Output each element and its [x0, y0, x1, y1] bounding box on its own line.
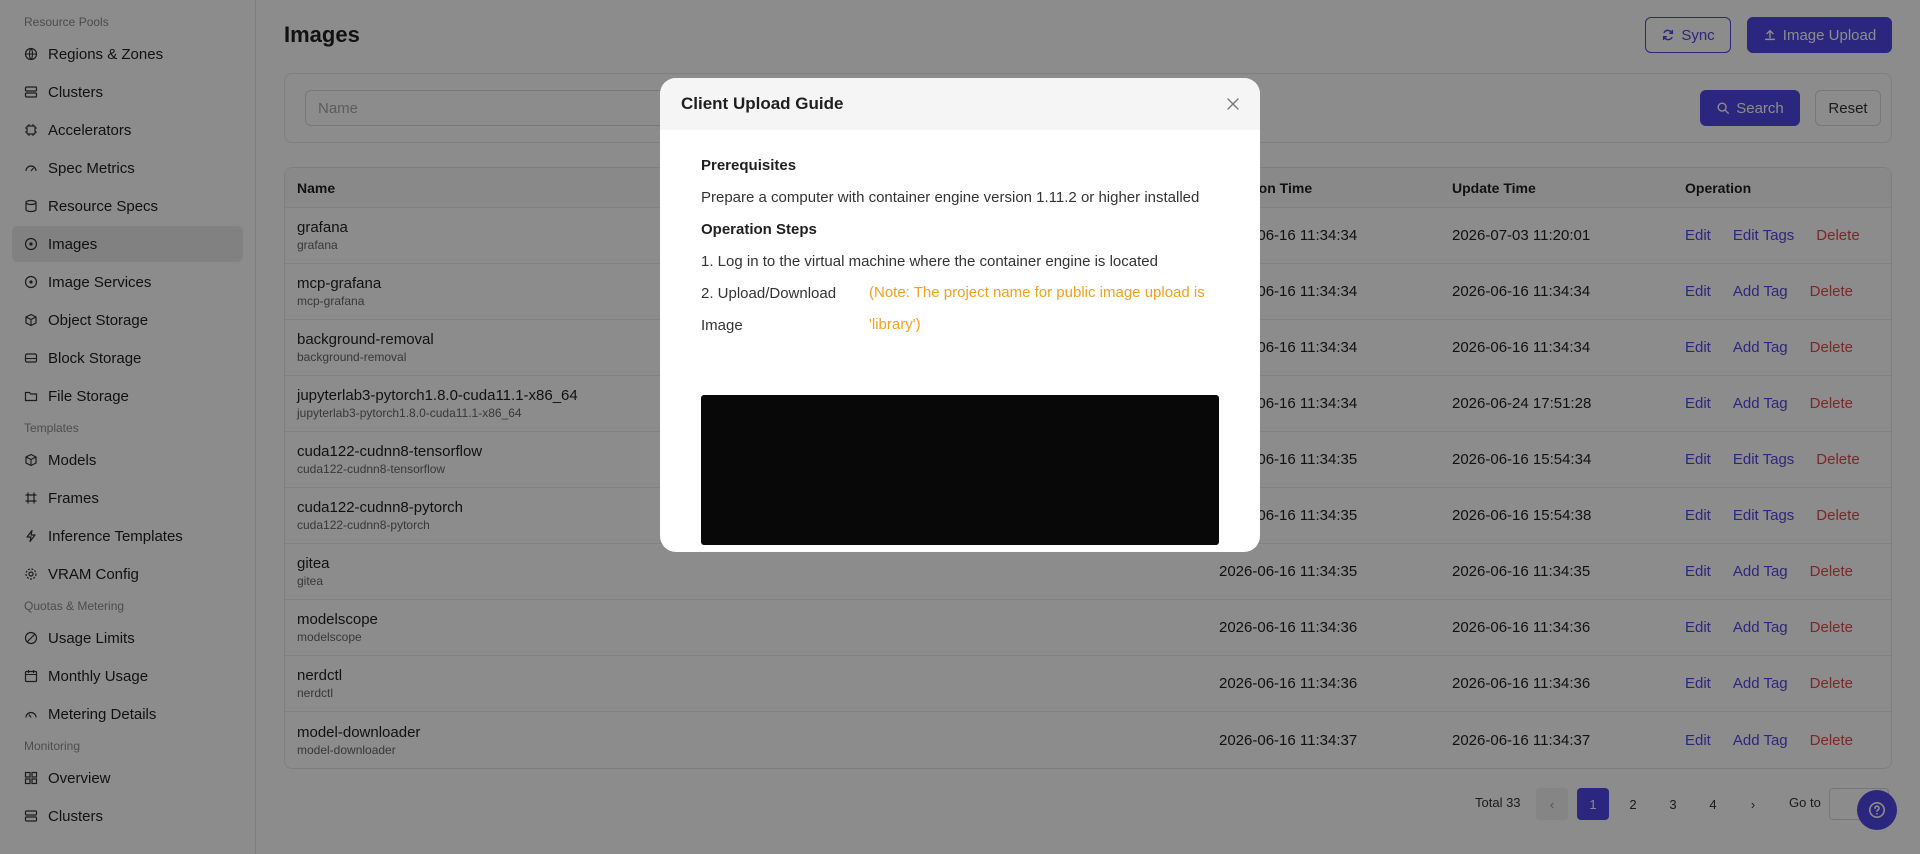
close-icon: [1227, 98, 1239, 110]
step-2-label-line2: Image: [701, 317, 743, 334]
operation-steps-heading: Operation Steps: [701, 221, 817, 238]
client-upload-guide-dialog: Client Upload Guide Prerequisites Prepar…: [660, 78, 1260, 552]
dialog-header: Client Upload Guide: [660, 78, 1260, 130]
step-1-text: 1. Log in to the virtual machine where t…: [701, 253, 1158, 270]
step-2-label: 2. Upload/Download: [701, 285, 837, 302]
close-button[interactable]: [1224, 95, 1242, 113]
command-code-block: [701, 395, 1219, 545]
prerequisites-heading: Prerequisites: [701, 157, 797, 174]
prerequisites-text: Prepare a computer with container engine…: [701, 189, 1200, 206]
public-image-note: (Note: The project name for public image…: [869, 284, 1205, 333]
dialog-title: Client Upload Guide: [681, 94, 844, 113]
